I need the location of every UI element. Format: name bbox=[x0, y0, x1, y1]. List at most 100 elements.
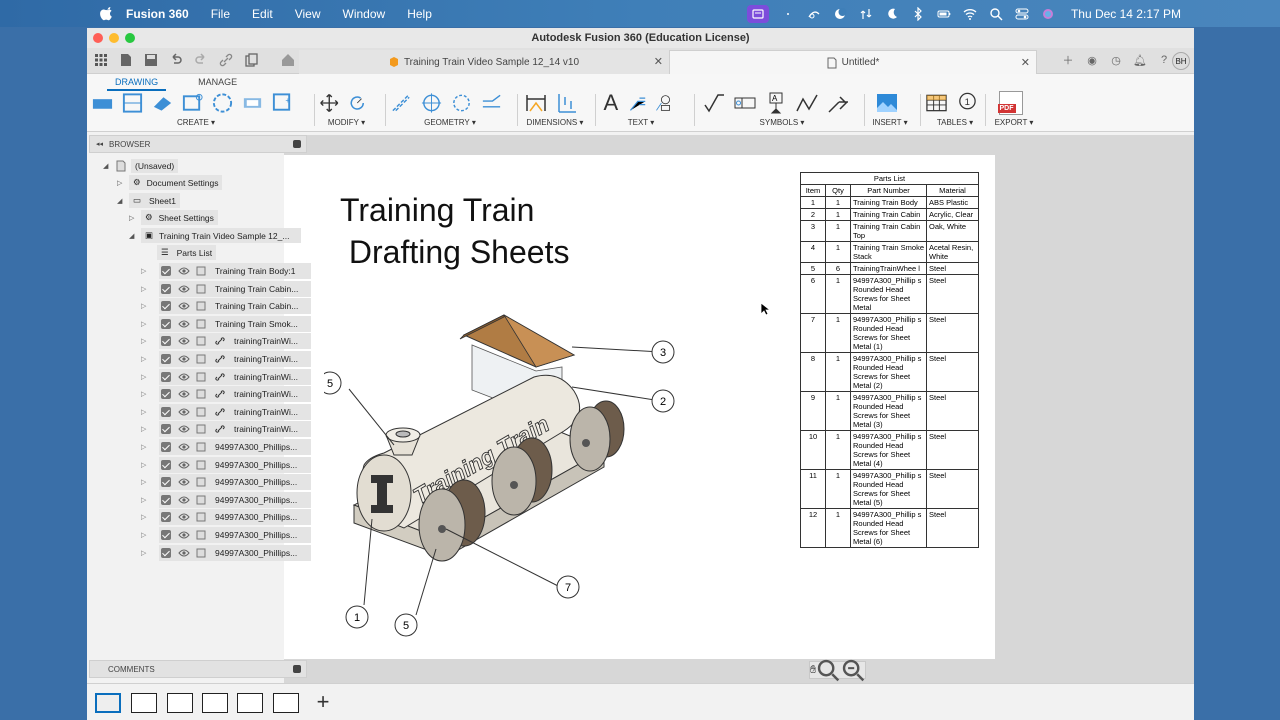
visibility-checkbox[interactable] bbox=[161, 406, 171, 417]
app-menu-fusion[interactable]: Fusion 360 bbox=[126, 7, 189, 21]
visibility-checkbox[interactable] bbox=[161, 512, 171, 523]
redo-icon[interactable] bbox=[193, 52, 209, 68]
table-row[interactable]: 11 1 94997A300_Phillip s Rounded Head Scre… bbox=[800, 469, 979, 509]
eye-icon[interactable] bbox=[178, 336, 190, 346]
tree-component-row[interactable]: ▷ Training Train Body:1 bbox=[141, 263, 311, 279]
export-menu[interactable]: EXPORT ▾ bbox=[992, 118, 1036, 127]
tree-component-row[interactable]: ▷ 94997A300_Phillips... bbox=[141, 439, 311, 455]
table-row[interactable]: 1 1 Training Train Body ABS Plastic bbox=[800, 196, 979, 209]
rotate-icon[interactable] bbox=[347, 91, 368, 115]
tree-component-row[interactable]: ▷ trainingTrainWi... bbox=[141, 333, 311, 350]
tree-component-row[interactable]: ▷ 94997A300_Phillips... bbox=[141, 527, 311, 543]
table-row[interactable]: 10 1 94997A300_Phillip s Rounded Head Scre… bbox=[800, 430, 979, 470]
window-close-button[interactable] bbox=[93, 33, 103, 43]
train-isometric-view[interactable]: Training Train 5 3 2 1 5 7 bbox=[324, 295, 704, 640]
extensions-icon[interactable]: ◉ bbox=[1084, 52, 1100, 68]
sheet-thumbnail-1[interactable] bbox=[95, 693, 121, 713]
table-row[interactable]: 7 1 94997A300_Phillip s Rounded Head Screw… bbox=[800, 313, 979, 353]
search-icon[interactable] bbox=[989, 7, 1003, 21]
bluetooth-icon[interactable] bbox=[911, 6, 925, 21]
expand-triangle-icon[interactable]: ▷ bbox=[141, 408, 146, 416]
expand-triangle-icon[interactable]: ▷ bbox=[141, 373, 146, 381]
visibility-checkbox[interactable] bbox=[161, 442, 171, 452]
sheet-thumbnail-6[interactable] bbox=[273, 693, 299, 713]
notifications-bell-icon[interactable]: 🔔︎ bbox=[1132, 52, 1148, 68]
modify-menu[interactable]: MODIFY ▾ bbox=[319, 118, 374, 127]
center-mark-pattern-icon[interactable] bbox=[450, 91, 473, 115]
table-icon[interactable] bbox=[925, 91, 948, 115]
insert-menu[interactable]: INSERT ▾ bbox=[870, 118, 910, 127]
tree-sheet1[interactable]: ◢ ▭ Sheet1 bbox=[117, 193, 180, 208]
tree-component-row[interactable]: ▷ 94997A300_Phillips... bbox=[141, 474, 311, 491]
tree-component-row[interactable]: ▷ 94997A300_Phillips... bbox=[141, 456, 311, 473]
menu-window[interactable]: Window bbox=[343, 7, 386, 21]
tree-parts-list[interactable]: ☰ Parts List bbox=[157, 245, 217, 260]
insert-image-icon[interactable] bbox=[875, 91, 899, 115]
text-menu[interactable]: TEXT ▾ bbox=[601, 118, 681, 127]
eye-icon[interactable] bbox=[178, 442, 190, 452]
expand-triangle-icon[interactable]: ▷ bbox=[141, 390, 146, 398]
visibility-checkbox[interactable] bbox=[161, 547, 171, 558]
eye-icon[interactable] bbox=[178, 495, 190, 505]
edge-extension-icon[interactable] bbox=[480, 91, 503, 115]
window-zoom-button[interactable] bbox=[125, 33, 135, 43]
tree-document-settings[interactable]: ▷ ⚙ Document Settings bbox=[117, 175, 223, 190]
table-row[interactable]: 5 6 TrainingTrainWhee l Steel bbox=[800, 262, 979, 275]
expand-triangle-icon[interactable]: ▷ bbox=[141, 302, 146, 310]
break-view-icon[interactable] bbox=[211, 91, 234, 115]
comments-panel[interactable]: COMMENTS bbox=[89, 660, 307, 678]
link-icon[interactable] bbox=[218, 52, 234, 68]
add-sheet-button[interactable]: + bbox=[312, 691, 334, 713]
expand-triangle-icon[interactable]: ▷ bbox=[141, 496, 146, 504]
pin-icon[interactable] bbox=[293, 140, 301, 148]
siri-icon[interactable] bbox=[1041, 7, 1055, 21]
tree-component-row[interactable]: ▷ trainingTrainWi... bbox=[141, 386, 311, 403]
eye-icon[interactable] bbox=[178, 460, 190, 470]
center-mark-icon[interactable]: + bbox=[271, 91, 294, 115]
battery-icon[interactable] bbox=[937, 7, 951, 21]
leader-icon[interactable] bbox=[628, 91, 648, 115]
eye-icon[interactable] bbox=[178, 389, 190, 399]
moon-icon[interactable] bbox=[833, 7, 847, 21]
tree-unsaved[interactable]: ◢ (Unsaved) bbox=[103, 158, 179, 173]
tree-component-row[interactable]: ▷ trainingTrainWi... bbox=[141, 368, 311, 385]
window-minimize-button[interactable] bbox=[109, 33, 119, 43]
tree-component-row[interactable]: ▷ trainingTrainWi... bbox=[141, 403, 311, 420]
eye-icon[interactable] bbox=[178, 477, 190, 487]
tree-view[interactable]: ◢ ▣ Training Train Video Sample 12_... bbox=[129, 228, 301, 243]
tree-component-row[interactable]: ▷ trainingTrainWi... bbox=[141, 351, 311, 367]
visibility-checkbox[interactable] bbox=[161, 389, 171, 400]
visibility-checkbox[interactable] bbox=[161, 459, 171, 470]
edge-symbol-icon[interactable] bbox=[826, 91, 850, 115]
eye-icon[interactable] bbox=[178, 372, 190, 382]
datum-identifier-icon[interactable]: A bbox=[764, 91, 788, 115]
tab-close-icon[interactable]: ✕ bbox=[1021, 56, 1030, 69]
home-icon[interactable] bbox=[280, 52, 296, 68]
sheet-thumbnail-5[interactable] bbox=[237, 693, 263, 713]
eye-icon[interactable] bbox=[178, 512, 190, 522]
eye-icon[interactable] bbox=[178, 284, 190, 294]
collapse-browser-icon[interactable]: ◂◂ bbox=[96, 140, 103, 148]
control-center-icon[interactable] bbox=[1015, 7, 1029, 21]
dimensions-menu[interactable]: DIMENSIONS ▾ bbox=[524, 118, 586, 127]
sheet-thumbnail-4[interactable] bbox=[202, 693, 228, 713]
create-menu[interactable]: CREATE ▾ bbox=[91, 118, 301, 127]
tab-close-icon[interactable]: ✕ bbox=[654, 55, 663, 68]
zoom-icon[interactable] bbox=[816, 658, 840, 682]
balloon-icon[interactable] bbox=[654, 91, 674, 115]
screen-record-icon[interactable] bbox=[746, 4, 769, 23]
eye-icon[interactable] bbox=[178, 424, 190, 434]
menu-view[interactable]: View bbox=[295, 7, 321, 21]
tree-component-row[interactable]: ▷ 94997A300_Phillips... bbox=[141, 509, 311, 526]
tab-training-train-video[interactable]: Training Train Video Sample 12_14 v10 ✕ bbox=[299, 50, 669, 74]
sheet-title[interactable]: Training Train Drafting Sheets bbox=[340, 189, 569, 273]
tree-component-row[interactable]: ▷ 94997A300_Phillips... bbox=[141, 544, 311, 561]
projected-view-icon[interactable] bbox=[121, 91, 144, 115]
visibility-checkbox[interactable] bbox=[161, 530, 171, 540]
symbols-menu[interactable]: SYMBOLS ▾ bbox=[702, 118, 862, 127]
detail-view-icon[interactable] bbox=[181, 91, 204, 115]
tree-component-row[interactable]: ▷ Training Train Cabin... bbox=[141, 280, 311, 297]
center-mark-geometry-icon[interactable] bbox=[420, 91, 443, 115]
move-icon[interactable] bbox=[319, 91, 340, 115]
eye-icon[interactable] bbox=[178, 354, 190, 364]
